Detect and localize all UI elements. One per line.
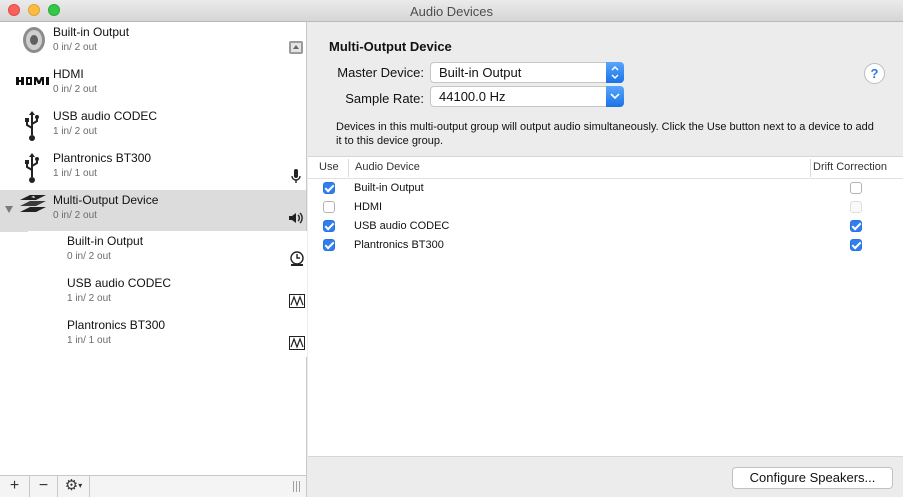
device-name: Built-in Output [53,25,130,39]
device-detail-pane: Multi-Output Device Master Device: Built… [308,22,903,497]
multi-output-icon [20,195,46,212]
device-name: USB audio CODEC [67,276,172,290]
device-io: 1 in/ 2 out [53,126,97,137]
device-io: 0 in/ 2 out [53,84,97,95]
use-checkbox[interactable] [323,182,335,194]
use-checkbox[interactable] [323,220,335,232]
audio-device-name: USB audio CODEC [354,220,450,232]
gear-menu-button[interactable]: ⚙▾ [58,476,90,497]
table-row: USB audio CODEC [308,217,903,236]
popup-stepper-icon [606,62,624,83]
device-name: Plantronics BT300 [53,151,152,165]
use-checkbox[interactable] [323,201,335,213]
gear-icon: ⚙ [64,477,79,494]
sidebar-toolbar: + − ⚙▾ [0,475,307,497]
table-header: Use Audio Device Drift Correction [308,157,903,179]
remove-device-button[interactable]: − [30,476,58,497]
disclosure-triangle-icon[interactable] [5,206,13,213]
speaker-volume-icon[interactable] [288,210,304,226]
usb-icon [25,111,39,141]
device-name: Multi-Output Device [53,193,159,207]
chevron-down-icon: ▾ [78,481,83,490]
drift-correction-checkbox[interactable] [850,239,862,251]
master-device-popup[interactable]: Built-in Output [430,62,624,83]
use-column-header[interactable]: Use [319,161,339,173]
chevron-down-icon [606,86,624,107]
device-name: USB audio CODEC [53,109,158,123]
device-row-plantronics-bt300[interactable]: Plantronics BT300 1 in/ 1 out [0,148,306,190]
column-divider [810,159,811,177]
drift-correction-checkbox[interactable] [850,220,862,232]
audio-device-column-header[interactable]: Audio Device [355,161,420,173]
audio-devices-window: Audio Devices Built-in Output 0 in/ 2 ou… [0,0,903,497]
audio-device-name: HDMI [354,201,383,213]
use-checkbox[interactable] [323,239,335,251]
hdmi-logo [16,77,49,85]
sample-rate-value: 44100.0 Hz [439,89,506,104]
drift-correction-column-header[interactable]: Drift Correction [813,161,887,173]
device-name: Plantronics BT300 [67,318,166,332]
sample-rate-label: Sample Rate: [345,91,424,106]
device-io: 0 in/ 2 out [53,42,97,53]
add-device-button[interactable]: + [0,476,30,497]
column-divider [348,159,349,177]
subdevice-row-built-in-output[interactable]: Built-in Output 0 in/ 2 out [28,231,307,273]
device-list[interactable]: Built-in Output 0 in/ 2 out HDMI 0 in/ 2… [0,22,307,475]
device-row-multi-output-device[interactable]: Multi-Output Device 0 in/ 2 out [0,190,306,232]
configure-speakers-button[interactable]: Configure Speakers... [732,467,893,489]
microphone-icon[interactable] [288,168,304,184]
device-group-table: Use Audio Device Drift Correction Built-… [308,156,903,457]
device-io: 1 in/ 1 out [67,335,111,346]
speaker-icon [23,27,45,53]
master-device-value: Built-in Output [439,65,522,80]
device-heading: Multi-Output Device [329,39,452,54]
title-bar[interactable]: Audio Devices [0,0,903,22]
device-row-usb-audio-codec[interactable]: USB audio CODEC 1 in/ 2 out [0,106,306,148]
master-device-label: Master Device: [337,65,424,80]
device-io: 0 in/ 2 out [67,251,111,262]
drift-correction-checkbox [850,201,862,213]
waveform-icon[interactable] [289,293,305,309]
table-row: HDMI [308,198,903,217]
device-name: HDMI [53,67,84,81]
device-name: Built-in Output [67,234,144,248]
subdevice-list: Built-in Output 0 in/ 2 out USB audio CO… [28,231,307,357]
subdevice-row-plantronics-bt300[interactable]: Plantronics BT300 1 in/ 1 out [28,315,307,357]
audio-device-name: Built-in Output [354,182,424,194]
device-io: 1 in/ 2 out [67,293,111,304]
audio-device-name: Plantronics BT300 [354,239,444,251]
help-button[interactable]: ? [864,63,885,84]
waveform-icon[interactable] [289,335,305,351]
usb-icon [25,153,39,183]
table-row: Built-in Output [308,179,903,198]
window-title: Audio Devices [409,4,494,19]
sample-rate-popup[interactable]: 44100.0 Hz [430,86,624,107]
resize-grip-icon[interactable] [293,481,300,492]
device-io: 1 in/ 1 out [53,168,97,179]
finder-icon[interactable] [288,40,304,56]
device-row-built-in-output[interactable]: Built-in Output 0 in/ 2 out [0,22,306,64]
group-description: Devices in this multi-output group will … [336,121,874,147]
table-row: Plantronics BT300 [308,236,903,255]
device-row-hdmi[interactable]: HDMI 0 in/ 2 out [0,64,306,106]
device-io: 0 in/ 2 out [53,210,97,221]
drift-correction-checkbox[interactable] [850,182,862,194]
clock-icon[interactable] [289,251,305,267]
subdevice-row-usb-audio-codec[interactable]: USB audio CODEC 1 in/ 2 out [28,273,307,315]
